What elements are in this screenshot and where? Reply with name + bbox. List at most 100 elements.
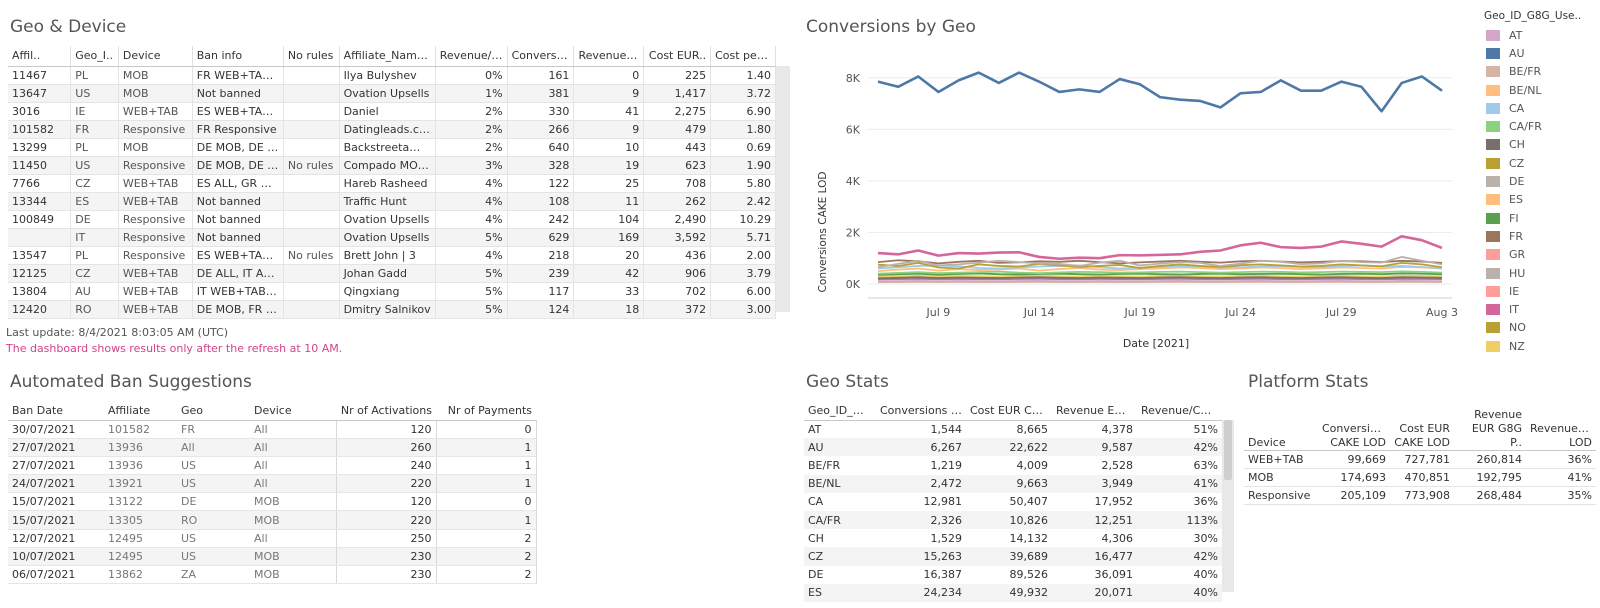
table-row[interactable]: 12/07/2021 12495 US All 250 2 bbox=[8, 529, 537, 548]
legend-item[interactable]: BE/NL bbox=[1484, 81, 1598, 99]
geo-device-col-header[interactable]: Affil.. bbox=[8, 46, 72, 67]
legend-label: FR bbox=[1509, 229, 1523, 243]
legend-item[interactable]: NO bbox=[1484, 319, 1598, 337]
geo-device-col-header[interactable]: Cost per C.. bbox=[710, 46, 776, 67]
table-row[interactable]: 13344 ES WEB+TAB Not banned Traffic Hunt 4% 10… bbox=[8, 192, 776, 211]
platform-stats-col-header[interactable]: Device bbox=[1244, 408, 1318, 451]
ban-suggestions-col-header[interactable]: Nr of Activations bbox=[336, 402, 436, 421]
table-row[interactable]: 100849 DE Responsive Not banned Ovation Upse… bbox=[8, 210, 776, 229]
ban-suggestions-col-header[interactable]: Ban Date bbox=[8, 402, 104, 421]
table-cell: 101582 bbox=[8, 120, 72, 139]
table-row[interactable]: ES 24,234 49,932 20,071 40% bbox=[804, 583, 1222, 602]
table-row[interactable]: 27/07/2021 13936 US All 240 1 bbox=[8, 456, 537, 476]
legend-item[interactable]: IE bbox=[1484, 282, 1598, 300]
table-row[interactable]: MOB 174,693 470,851 192,795 41% bbox=[1244, 468, 1596, 487]
table-row[interactable]: CH 1,529 14,132 4,306 30% bbox=[804, 529, 1222, 547]
series-line-au[interactable] bbox=[877, 272, 1443, 276]
table-row[interactable]: 13647 US MOB Not banned Ovation Upsells 1% 381… bbox=[8, 84, 776, 103]
table-row[interactable]: IT Responsive Not banned Ovation Upsells 5% 6… bbox=[8, 228, 776, 247]
table-row[interactable]: CZ 15,263 39,689 16,477 42% bbox=[804, 547, 1222, 566]
x-tick-label: Jul 19 bbox=[1123, 306, 1155, 319]
series-line-at[interactable] bbox=[877, 280, 1443, 283]
legend-item[interactable]: AT bbox=[1484, 26, 1598, 44]
legend-item[interactable]: IT bbox=[1484, 300, 1598, 318]
geo-stats-col-header[interactable]: Revenue EUR .. bbox=[1052, 402, 1137, 421]
geo-device-col-header[interactable]: Device bbox=[118, 46, 193, 67]
table-row[interactable]: 13299 PL MOB DE MOB, DE W.. Backstreetaffili… bbox=[8, 138, 776, 157]
table-row[interactable]: 27/07/2021 13936 All All 260 1 bbox=[8, 438, 537, 457]
platform-stats-col-header[interactable]: Conversions CAKE LOD bbox=[1318, 408, 1390, 451]
table-row[interactable]: BE/NL 2,472 9,663 3,949 41% bbox=[804, 474, 1222, 493]
legend-item[interactable]: HU bbox=[1484, 264, 1598, 282]
ban-suggestions-col-header[interactable]: Nr of Payments bbox=[436, 402, 536, 421]
geo-stats-col-header[interactable]: Conversions C.. bbox=[876, 402, 966, 421]
legend-item[interactable]: FR bbox=[1484, 227, 1598, 245]
legend-item[interactable]: GR bbox=[1484, 246, 1598, 264]
table-cell: 20 bbox=[573, 246, 645, 265]
table-row[interactable]: Responsive 205,109 773,908 268,484 35% bbox=[1244, 486, 1596, 505]
geo-device-col-header[interactable]: Ban info bbox=[192, 46, 284, 67]
table-row[interactable]: 101582 FR Responsive FR Responsive Datinglea… bbox=[8, 120, 776, 139]
geo-stats-col-header[interactable]: Revenue/Cost.. bbox=[1137, 402, 1222, 421]
table-row[interactable]: CA/FR 2,326 10,826 12,251 113% bbox=[804, 510, 1222, 530]
legend-item[interactable]: CH bbox=[1484, 136, 1598, 154]
geo-device-col-header[interactable]: Revenue/C.. bbox=[435, 46, 508, 67]
platform-stats-col-header[interactable]: Revenue EUR G8G P.. bbox=[1454, 408, 1526, 451]
legend-item[interactable]: FI bbox=[1484, 209, 1598, 227]
geo-device-col-header[interactable]: No rules bbox=[283, 46, 340, 67]
ban-suggestions-col-header[interactable]: Geo bbox=[177, 402, 250, 421]
table-row[interactable]: AU 6,267 22,622 9,587 42% bbox=[804, 438, 1222, 457]
series-line-us[interactable] bbox=[877, 71, 1443, 113]
legend-label: HU bbox=[1509, 266, 1526, 280]
platform-stats-col-header[interactable]: Cost EUR CAKE LOD bbox=[1390, 408, 1454, 451]
geo-device-col-header[interactable]: Conversio.. bbox=[507, 46, 575, 67]
legend-item[interactable]: ES bbox=[1484, 191, 1598, 209]
table-row[interactable]: 10/07/2021 12495 US MOB 230 2 bbox=[8, 547, 537, 567]
table-row[interactable]: 15/07/2021 13305 RO MOB 220 1 bbox=[8, 510, 537, 530]
legend-label: CH bbox=[1509, 138, 1525, 152]
series-line-be-nl[interactable] bbox=[877, 274, 1443, 278]
legend-item[interactable]: CZ bbox=[1484, 154, 1598, 172]
geo-stats-col-header[interactable]: Cost EUR CAK.. bbox=[966, 402, 1052, 421]
series-line-ch[interactable] bbox=[877, 276, 1443, 280]
legend-item[interactable]: CA bbox=[1484, 99, 1598, 117]
table-cell: 381 bbox=[507, 84, 575, 103]
geo-device-col-header[interactable]: Revenue E.. bbox=[573, 46, 645, 67]
table-row[interactable]: DE 16,387 89,526 36,091 40% bbox=[804, 566, 1222, 584]
series-line-it[interactable] bbox=[877, 235, 1443, 261]
geo-device-col-header[interactable]: Geo_I.. bbox=[70, 46, 119, 67]
legend-item[interactable]: CA/FR bbox=[1484, 117, 1598, 135]
table-cell: 4% bbox=[435, 246, 508, 265]
legend-item[interactable]: NZ bbox=[1484, 337, 1598, 355]
table-row[interactable]: CA 12,981 50,407 17,952 36% bbox=[804, 493, 1222, 511]
table-row[interactable]: AT 1,544 8,665 4,378 51% bbox=[804, 420, 1222, 438]
table-row[interactable]: BE/FR 1,219 4,009 2,528 63% bbox=[804, 456, 1222, 474]
table-row[interactable]: 24/07/2021 13921 US All 220 1 bbox=[8, 474, 537, 494]
table-row[interactable]: 3016 IE WEB+TAB ES WEB+TAB, .. Daniel 2% 330 41… bbox=[8, 102, 776, 121]
legend-item[interactable]: AU bbox=[1484, 44, 1598, 62]
ban-suggestions-col-header[interactable]: Affiliate bbox=[104, 402, 177, 421]
ban-suggestions-col-header[interactable]: Device bbox=[250, 402, 336, 421]
table-cell: 16,387 bbox=[923, 568, 963, 582]
platform-stats-col-header[interactable]: Revenue/Cost LOD bbox=[1526, 408, 1596, 451]
table-row[interactable]: 30/07/2021 101582 FR All 120 0 bbox=[8, 420, 537, 439]
table-row[interactable]: 06/07/2021 13862 ZA MOB 230 2 bbox=[8, 565, 537, 585]
table-row[interactable]: 11450 US Responsive DE MOB, DE W.. No rules C… bbox=[8, 156, 776, 175]
table-row[interactable]: 11467 PL MOB FR WEB+TAB, C.. Ilya Bulyshev 0%… bbox=[8, 66, 776, 85]
geo-device-col-header[interactable]: Affiliate_Name_.. bbox=[339, 46, 436, 67]
table-row[interactable]: WEB+TAB 99,669 727,781 260,814 36% bbox=[1244, 450, 1596, 469]
geo-stats-col-header[interactable]: Geo_ID_G8.. bbox=[804, 402, 876, 421]
table-row[interactable]: 13804 AU WEB+TAB IT WEB+TAB, U.. Qingxiang 5%… bbox=[8, 282, 776, 301]
legend-item[interactable]: DE bbox=[1484, 172, 1598, 190]
geo-device-scrollbar[interactable] bbox=[776, 66, 790, 312]
table-row[interactable]: 13547 PL Responsive ES WEB+TAB, P.. No rules… bbox=[8, 246, 776, 265]
table-row[interactable]: 15/07/2021 13122 DE MOB 120 0 bbox=[8, 492, 537, 512]
geo-device-col-header[interactable]: Cost EUR.. bbox=[643, 46, 712, 67]
table-row[interactable]: 12420 RO WEB+TAB DE MOB, FR W.. Dmitry Salni… bbox=[8, 300, 776, 319]
table-row[interactable]: 7766 CZ WEB+TAB ES ALL, GR WE.. Hareb Rashee… bbox=[8, 174, 776, 193]
table-cell: 9 bbox=[573, 120, 645, 139]
geo-stats-scroll-thumb[interactable] bbox=[1224, 420, 1232, 480]
legend-item[interactable]: BE/FR bbox=[1484, 63, 1598, 81]
series-line-hu[interactable] bbox=[877, 277, 1443, 281]
table-row[interactable]: 12125 CZ WEB+TAB DE ALL, IT ALL, .. Johan Ga… bbox=[8, 264, 776, 283]
